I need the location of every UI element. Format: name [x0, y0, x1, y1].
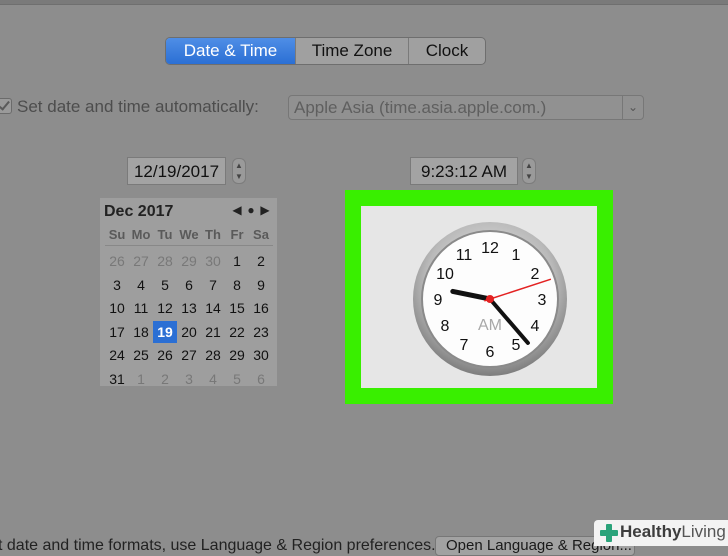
- calendar-day[interactable]: 1: [129, 368, 153, 390]
- time-server-select[interactable]: Apple Asia (time.asia.apple.com.) ⌄: [288, 95, 644, 120]
- calendar-day[interactable]: 6: [249, 368, 273, 390]
- calendar-day[interactable]: 5: [225, 368, 249, 390]
- calendar-day[interactable]: 13: [177, 297, 201, 319]
- calendar-day-selected[interactable]: 19: [153, 320, 177, 343]
- today-dot-icon[interactable]: ●: [245, 203, 259, 217]
- calendar-day[interactable]: 25: [129, 344, 153, 366]
- calendar-day[interactable]: 31: [105, 368, 129, 390]
- previous-month-icon[interactable]: ◀: [231, 203, 245, 217]
- calendar-day[interactable]: 6: [177, 274, 201, 296]
- clock-number: 1: [512, 247, 521, 264]
- calendar-day[interactable]: 15: [225, 297, 249, 319]
- calendar-day[interactable]: 2: [153, 368, 177, 390]
- date-stepper[interactable]: ▲ ▼: [232, 158, 246, 184]
- clock-number: 4: [531, 318, 540, 335]
- calendar-day[interactable]: 9: [249, 274, 273, 296]
- watermark-text: HealthyLiving: [620, 522, 726, 542]
- calendar-day[interactable]: 3: [177, 368, 201, 390]
- calendar-day[interactable]: 26: [153, 344, 177, 366]
- calendar-day[interactable]: 22: [225, 321, 249, 343]
- calendar-day[interactable]: 23: [249, 321, 273, 343]
- time-server-value: Apple Asia (time.asia.apple.com.): [294, 98, 547, 117]
- clock-number: 2: [531, 266, 540, 283]
- chevron-down-icon[interactable]: ⌄: [622, 96, 643, 119]
- time-field[interactable]: 9:23:12 AM: [410, 157, 518, 185]
- calendar-day[interactable]: 30: [201, 250, 225, 272]
- clock-number: 6: [486, 344, 495, 361]
- calendar-day[interactable]: 27: [129, 250, 153, 272]
- calendar-day[interactable]: 16: [249, 297, 273, 319]
- plus-logo-icon: [600, 524, 618, 542]
- calendar-day[interactable]: 10: [105, 297, 129, 319]
- auto-time-checkbox[interactable]: [0, 98, 12, 114]
- calendar-day[interactable]: 18: [129, 321, 153, 343]
- clock-number: 8: [441, 318, 450, 335]
- time-stepper[interactable]: ▲ ▼: [522, 158, 536, 184]
- calendar-day[interactable]: 29: [177, 250, 201, 272]
- calendar-day[interactable]: 7: [201, 274, 225, 296]
- clock-highlight-frame: 12 1 2 3 4 5 6 7 8 9 10 11 AM: [345, 190, 613, 404]
- tab-date-time[interactable]: Date & Time: [166, 38, 295, 64]
- clock-number: 12: [481, 240, 499, 257]
- weekday-label: Tu: [157, 227, 173, 242]
- format-hint-text: t date and time formats, use Language & …: [0, 537, 436, 554]
- calendar-day[interactable]: 2: [249, 250, 273, 272]
- calendar-day[interactable]: 28: [153, 250, 177, 272]
- calendar-day[interactable]: 3: [105, 274, 129, 296]
- calendar-day[interactable]: 30: [249, 344, 273, 366]
- calendar-day[interactable]: 14: [201, 297, 225, 319]
- clock-number: 11: [456, 247, 473, 264]
- calendar-day[interactable]: 24: [105, 344, 129, 366]
- window-top-edge: [0, 0, 728, 5]
- weekday-label: Fr: [230, 227, 244, 242]
- healthy-living-watermark: HealthyLiving: [594, 520, 728, 546]
- date-field[interactable]: 12/19/2017: [127, 157, 226, 185]
- calendar-day[interactable]: 20: [177, 321, 201, 343]
- clock-hub: [486, 295, 494, 303]
- calendar-day[interactable]: 28: [201, 344, 225, 366]
- calendar-day[interactable]: 21: [201, 321, 225, 343]
- calendar-day[interactable]: 4: [129, 274, 153, 296]
- tab-bar: Date & Time Time Zone Clock: [165, 37, 486, 65]
- next-month-icon[interactable]: ▶: [259, 203, 273, 217]
- calendar-day[interactable]: 8: [225, 274, 249, 296]
- calendar-grid: 26 27 28 29 30 1 2 3 4 5 6 7 8 9 10 11 12 13 14 15 16 17 18 19 2…: [105, 250, 273, 391]
- weekday-label: Sa: [253, 227, 269, 242]
- calendar-day[interactable]: 27: [177, 344, 201, 366]
- clock-panel: 12 1 2 3 4 5 6 7 8 9 10 11 AM: [361, 206, 597, 388]
- calendar-month-label: Dec 2017: [104, 203, 174, 220]
- calendar-day[interactable]: 4: [201, 368, 225, 390]
- clock-number: 3: [538, 292, 547, 309]
- calendar-day[interactable]: 5: [153, 274, 177, 296]
- tab-clock[interactable]: Clock: [408, 38, 485, 64]
- calendar-nav: ◀ ● ▶: [231, 203, 273, 217]
- calendar: Dec 2017 ◀ ● ▶ Su Mo Tu We Th Fr Sa 26 27 28 29 30 1 2…: [100, 198, 277, 387]
- weekday-label: We: [179, 227, 199, 242]
- calendar-day[interactable]: 12: [153, 297, 177, 319]
- calendar-day[interactable]: 1: [225, 250, 249, 272]
- calendar-weekday-row: Su Mo Tu We Th Fr Sa: [105, 227, 273, 246]
- auto-time-label: Set date and time automatically:: [17, 97, 259, 116]
- calendar-day[interactable]: 11: [129, 297, 153, 319]
- clock-number: 10: [436, 266, 454, 283]
- calendar-day[interactable]: 26: [105, 250, 129, 272]
- weekday-label: Su: [108, 227, 126, 242]
- calendar-day[interactable]: 17: [105, 321, 129, 343]
- analog-clock: 12 12 3 45678 9 1011 AM: [413, 222, 567, 376]
- watermark-brand-light: Living: [681, 522, 726, 541]
- weekday-label: Th: [205, 227, 221, 242]
- tab-time-zone[interactable]: Time Zone: [295, 38, 408, 64]
- watermark-brand-bold: Healthy: [620, 522, 682, 541]
- clock-number: 5: [512, 337, 521, 354]
- clock-number: 7: [460, 337, 469, 354]
- calendar-day[interactable]: 29: [225, 344, 249, 366]
- clock-number: 9: [434, 292, 443, 309]
- clock-period-label: AM: [478, 317, 502, 334]
- weekday-label: Mo: [131, 227, 151, 242]
